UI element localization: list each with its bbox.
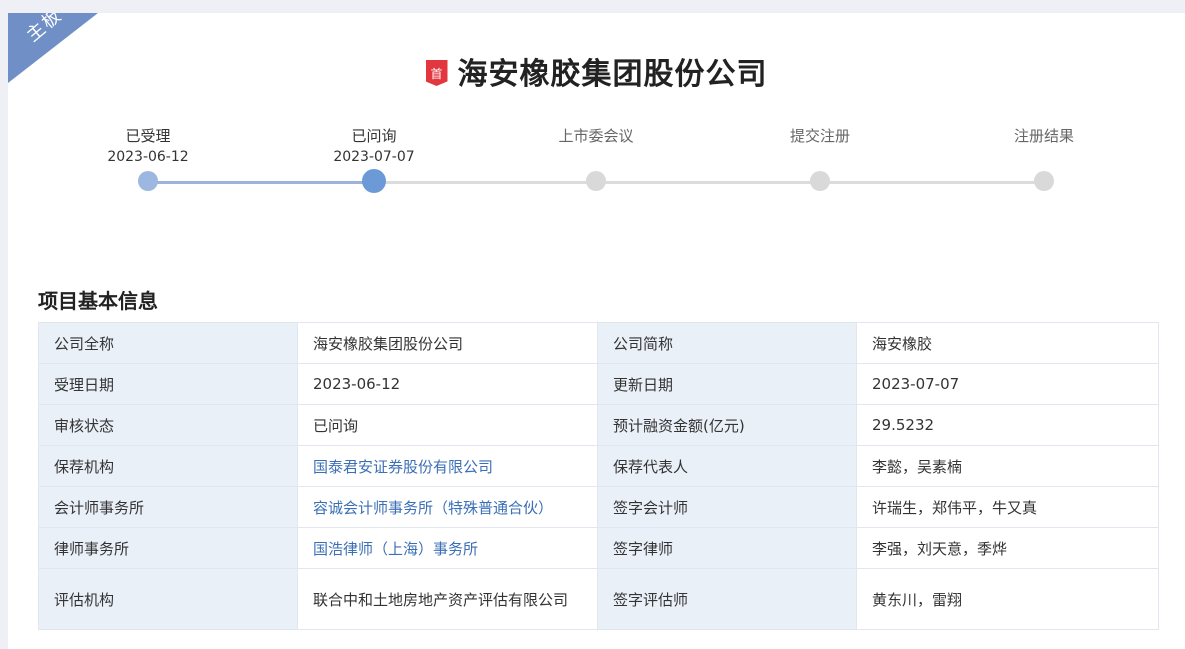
info-key: 律师事务所 bbox=[38, 527, 298, 569]
info-value: 黄东川，雷翔 bbox=[856, 568, 1159, 630]
step-date bbox=[740, 147, 900, 167]
page-title: 海安橡胶集团股份公司 bbox=[457, 57, 768, 92]
step-date bbox=[516, 147, 676, 167]
step-dot-icon bbox=[362, 169, 386, 193]
table-row: 会计师事务所 容诚会计师事务所（特殊普通合伙） 签字会计师 许瑞生，郑伟平，牛又… bbox=[38, 486, 1159, 528]
table-row: 律师事务所 国浩律师（上海）事务所 签字律师 李强，刘天意，季烨 bbox=[38, 527, 1159, 569]
info-key: 公司简称 bbox=[597, 322, 857, 364]
step-label: 已受理 bbox=[125, 127, 171, 145]
section-title: 项目基本信息 bbox=[38, 289, 158, 313]
info-value: 联合中和土地房地产资产评估有限公司 bbox=[297, 568, 598, 630]
info-value: 海安橡胶 bbox=[856, 322, 1159, 364]
info-key: 保荐代表人 bbox=[597, 445, 857, 487]
info-key: 审核状态 bbox=[38, 404, 298, 446]
info-value: 2023-07-07 bbox=[856, 363, 1159, 405]
step-date bbox=[964, 147, 1124, 167]
table-row: 审核状态 已问询 预计融资金额(亿元) 29.5232 bbox=[38, 404, 1159, 446]
step-date: 2023-06-12 bbox=[107, 149, 189, 165]
step-label: 已问询 bbox=[351, 127, 397, 145]
info-value: 李懿，吴素楠 bbox=[856, 445, 1159, 487]
table-row: 受理日期 2023-06-12 更新日期 2023-07-07 bbox=[38, 363, 1159, 405]
step-dot-icon bbox=[1034, 171, 1054, 191]
info-key: 签字评估师 bbox=[597, 568, 857, 630]
info-key: 会计师事务所 bbox=[38, 486, 298, 528]
step-dot-icon bbox=[810, 171, 830, 191]
timeline-step-committee: 上市委会议 bbox=[516, 125, 676, 191]
info-value: 29.5232 bbox=[856, 404, 1159, 446]
info-key: 评估机构 bbox=[38, 568, 298, 630]
sponsor-link[interactable]: 国泰君安证券股份有限公司 bbox=[297, 445, 598, 487]
step-label: 提交注册 bbox=[789, 127, 850, 145]
info-key: 签字律师 bbox=[597, 527, 857, 569]
timeline-line-done bbox=[148, 181, 374, 184]
step-dot-icon bbox=[138, 171, 158, 191]
step-dot-icon bbox=[586, 171, 606, 191]
table-row: 公司全称 海安橡胶集团股份公司 公司简称 海安橡胶 bbox=[38, 322, 1159, 364]
step-label: 上市委会议 bbox=[558, 127, 634, 145]
info-key: 预计融资金额(亿元) bbox=[597, 404, 857, 446]
info-key: 受理日期 bbox=[38, 363, 298, 405]
info-key: 保荐机构 bbox=[38, 445, 298, 487]
table-row: 保荐机构 国泰君安证券股份有限公司 保荐代表人 李懿，吴素楠 bbox=[38, 445, 1159, 487]
info-key: 签字会计师 bbox=[597, 486, 857, 528]
accounting-firm-link[interactable]: 容诚会计师事务所（特殊普通合伙） bbox=[297, 486, 598, 528]
timeline-step-accepted: 已受理 2023-06-12 bbox=[68, 125, 228, 191]
timeline-step-result: 注册结果 bbox=[964, 125, 1124, 191]
timeline-line-pending bbox=[374, 181, 1044, 184]
info-value: 李强，刘天意，季烨 bbox=[856, 527, 1159, 569]
info-value: 许瑞生，郑伟平，牛又真 bbox=[856, 486, 1159, 528]
first-badge-icon: 首 bbox=[425, 60, 448, 86]
project-panel: 主板 首 海安橡胶集团股份公司 已受理 2023-06-12 已问询 2023-… bbox=[8, 13, 1185, 649]
step-date: 2023-07-07 bbox=[333, 149, 415, 165]
progress-timeline: 已受理 2023-06-12 已问询 2023-07-07 上市委会议 提交注册… bbox=[8, 125, 1185, 215]
timeline-step-inquired: 已问询 2023-07-07 bbox=[294, 125, 454, 193]
page-header: 首 海安橡胶集团股份公司 bbox=[8, 49, 1185, 93]
info-key: 更新日期 bbox=[597, 363, 857, 405]
table-row: 评估机构 联合中和土地房地产资产评估有限公司 签字评估师 黄东川，雷翔 bbox=[38, 568, 1159, 630]
law-firm-link[interactable]: 国浩律师（上海）事务所 bbox=[297, 527, 598, 569]
timeline-step-registration: 提交注册 bbox=[740, 125, 900, 191]
step-label: 注册结果 bbox=[1013, 127, 1074, 145]
info-value: 2023-06-12 bbox=[297, 363, 598, 405]
info-value: 已问询 bbox=[297, 404, 598, 446]
info-key: 公司全称 bbox=[38, 322, 298, 364]
project-info-table: 公司全称 海安橡胶集团股份公司 公司简称 海安橡胶 受理日期 2023-06-1… bbox=[38, 322, 1159, 630]
info-value: 海安橡胶集团股份公司 bbox=[297, 322, 598, 364]
